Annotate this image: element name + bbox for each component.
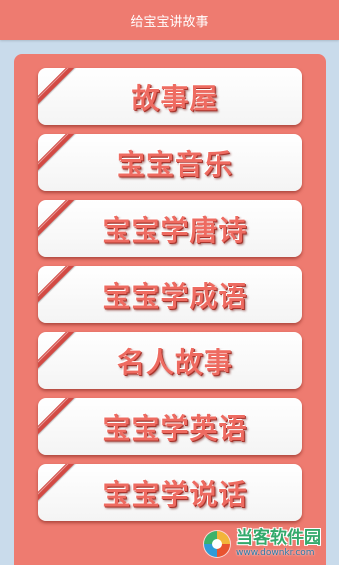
ribbon-decoration bbox=[38, 332, 78, 372]
ribbon-decoration bbox=[38, 200, 78, 240]
menu-item-baby-music[interactable]: 宝宝音乐 bbox=[38, 134, 302, 191]
menu-item-label: 名人故事 bbox=[116, 345, 233, 379]
menu-item-story-house[interactable]: 故事屋 bbox=[38, 68, 302, 125]
watermark: 当客软件园 www.downkr.com bbox=[200, 522, 339, 565]
ribbon-decoration bbox=[38, 398, 78, 438]
menu-item-speaking[interactable]: 宝宝学说话 bbox=[38, 464, 302, 521]
menu-item-label: 宝宝学唐诗 bbox=[102, 213, 248, 247]
watermark-url: www.downkr.com bbox=[236, 547, 315, 558]
menu-item-tang-poems[interactable]: 宝宝学唐诗 bbox=[38, 200, 302, 257]
app-title: 给宝宝讲故事 bbox=[130, 14, 209, 30]
menu-item-label: 宝宝音乐 bbox=[116, 147, 233, 181]
watermark-logo-icon bbox=[200, 527, 234, 561]
ribbon-decoration bbox=[38, 134, 78, 174]
ribbon-decoration bbox=[38, 464, 78, 504]
ribbon-decoration bbox=[38, 266, 78, 306]
menu-panel: 故事屋 宝宝音乐 宝宝学唐诗 宝宝学成语 名人故事 宝宝学英语 宝宝学说话 bbox=[14, 54, 326, 565]
menu-item-english[interactable]: 宝宝学英语 bbox=[38, 398, 302, 455]
menu-item-label: 宝宝学说话 bbox=[102, 477, 248, 511]
watermark-name: 当客软件园 bbox=[236, 527, 321, 548]
menu-item-famous-stories[interactable]: 名人故事 bbox=[38, 332, 302, 389]
menu-item-label: 宝宝学英语 bbox=[102, 411, 248, 445]
watermark-text: 当客软件园 www.downkr.com bbox=[236, 527, 321, 558]
title-bar: 给宝宝讲故事 bbox=[0, 0, 339, 40]
menu-item-label: 宝宝学成语 bbox=[102, 279, 248, 313]
ribbon-decoration bbox=[38, 68, 78, 108]
menu-item-idioms[interactable]: 宝宝学成语 bbox=[38, 266, 302, 323]
menu-item-label: 故事屋 bbox=[131, 81, 219, 115]
